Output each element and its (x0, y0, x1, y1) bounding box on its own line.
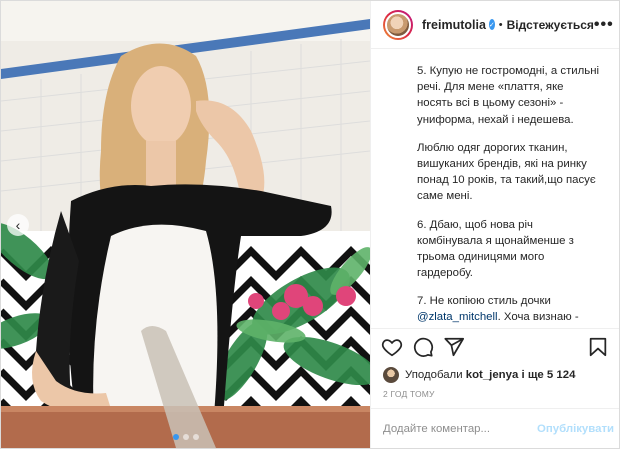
publish-button[interactable]: Опублікувати (537, 423, 614, 435)
caption-paragraph: 7. Не копіюю стиль дочки @zlata_mitchell… (417, 293, 601, 328)
carousel-dot-active (172, 434, 179, 440)
username-link[interactable]: freimutolia (422, 18, 486, 32)
comment-icon[interactable] (412, 336, 434, 358)
following-button[interactable]: Відстежується (507, 18, 594, 32)
bookmark-icon[interactable] (587, 336, 609, 358)
mention-link[interactable]: @zlata_mitchell (417, 311, 498, 323)
carousel-dot (182, 434, 189, 440)
carousel-indicator (172, 434, 199, 440)
likes-summary: Уподобали kot_jenya і ще 5 124 (371, 364, 619, 386)
caption-paragraph: 5. Купую не гостромодні, а стильні речі.… (417, 65, 600, 126)
heart-icon[interactable] (381, 336, 403, 358)
likes-count-link[interactable]: і ще 5 124 (521, 369, 575, 381)
share-icon[interactable] (443, 336, 465, 358)
post-caption: 5. Купую не гостромодні, а стильні речі.… (371, 49, 619, 328)
likes-prefix: Уподобали (405, 369, 463, 381)
liker-username-link[interactable]: kot_jenya (466, 369, 519, 381)
instagram-post: ‹ freimutolia ✓ • Відстежується ••• 5. К… (0, 0, 620, 449)
caption-paragraph: Люблю одяг дорогих тканин, вишуканих бре… (417, 141, 596, 203)
liker-avatar[interactable] (383, 367, 399, 383)
photo-illustration (1, 1, 370, 448)
caption-text: 7. Не копіюю стиль дочки (417, 295, 551, 308)
post-side-panel: freimutolia ✓ • Відстежується ••• 5. Куп… (370, 1, 619, 448)
comment-form: Опублікувати (371, 408, 619, 448)
post-photo[interactable]: ‹ (1, 1, 370, 448)
caption-paragraph: 6. Дбаю, щоб нова річ комбінувала я щона… (417, 218, 574, 280)
post-timestamp[interactable]: 2 ГОД ТОМУ (371, 386, 619, 408)
story-ring[interactable] (383, 9, 413, 40)
avatar[interactable] (385, 11, 411, 38)
post-header: freimutolia ✓ • Відстежується ••• (371, 1, 619, 49)
action-bar (371, 328, 619, 364)
previous-photo-arrow-icon[interactable]: ‹ (7, 213, 29, 236)
comment-input[interactable] (383, 422, 537, 435)
more-options-icon[interactable]: ••• (594, 16, 614, 34)
carousel-dot (192, 434, 199, 440)
verified-badge-icon: ✓ (488, 19, 495, 30)
header-separator: • (498, 18, 503, 31)
